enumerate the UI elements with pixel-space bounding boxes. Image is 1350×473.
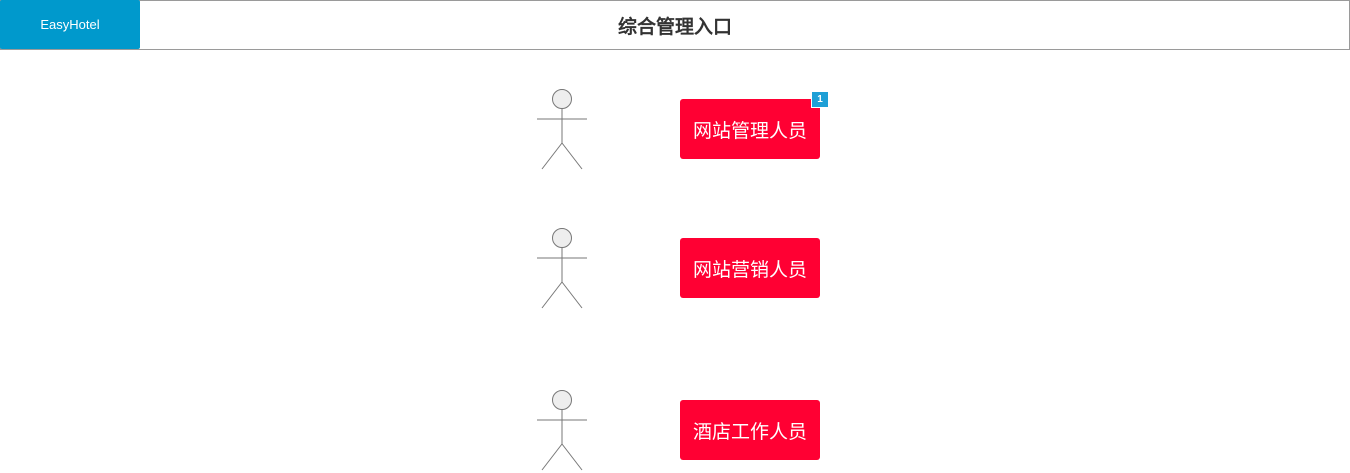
logo-button[interactable]: EasyHotel [0, 0, 140, 49]
role-button-site-marketing[interactable]: 网站营销人员 [680, 238, 820, 298]
role-button-hotel-staff[interactable]: 酒店工作人员 [680, 400, 820, 460]
role-button-site-admin[interactable]: 网站管理人员 [680, 99, 820, 159]
actor-icon [537, 89, 587, 170]
actor-icon [537, 228, 587, 309]
notification-badge: 1 [811, 91, 829, 108]
actor-icon [537, 390, 587, 471]
header-bar [0, 0, 1350, 50]
